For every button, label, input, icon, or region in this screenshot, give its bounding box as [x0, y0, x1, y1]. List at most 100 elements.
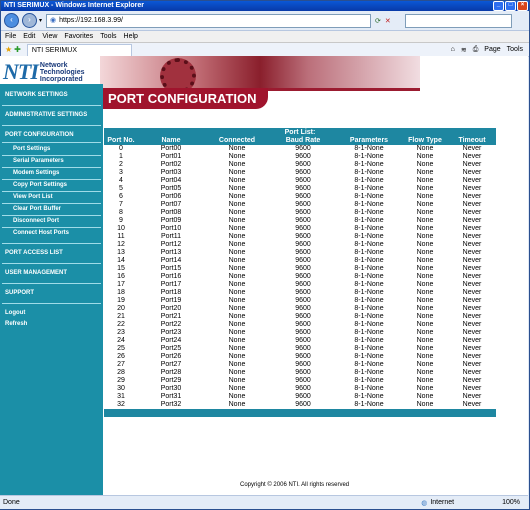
- sidebar-item-refresh[interactable]: Refresh: [0, 319, 103, 330]
- table-cell: Port31: [160, 393, 182, 400]
- forward-button[interactable]: ›: [22, 13, 37, 28]
- zoom-level[interactable]: 100%: [502, 499, 520, 506]
- sidebar-item-copy-port-settings[interactable]: Copy Port Settings: [0, 180, 103, 191]
- table-cell: None: [416, 145, 434, 152]
- table-cell: Never: [462, 281, 482, 288]
- table-cell: None: [416, 257, 434, 264]
- table-row: 24 Port24 None 9600 8-1-None None Never: [104, 337, 496, 345]
- back-button[interactable]: ‹: [4, 13, 19, 28]
- sidebar-item-port-access-list[interactable]: PORT ACCESS LIST: [0, 248, 103, 259]
- sidebar-item-administrative-settings[interactable]: ADMINISTRATIVE SETTINGS: [0, 110, 103, 121]
- sidebar-item-modem-settings[interactable]: Modem Settings: [0, 168, 103, 179]
- table-cell: 3: [119, 169, 123, 176]
- stop-icon[interactable]: ✕: [385, 17, 391, 25]
- sidebar-item-clear-port-buffer[interactable]: Clear Port Buffer: [0, 204, 103, 215]
- table-cell: Port20: [160, 305, 182, 312]
- table-cell: None: [416, 393, 434, 400]
- table-cell: Port17: [160, 281, 182, 288]
- page-content: NTI Network Technologies Incorporated NE…: [0, 56, 528, 495]
- table-cell: None: [416, 353, 434, 360]
- menu-help[interactable]: Help: [124, 33, 138, 40]
- table-cell: Never: [462, 321, 482, 328]
- table-cell: Port16: [160, 273, 182, 280]
- table-cell: 1: [119, 153, 123, 160]
- table-cell: Never: [462, 385, 482, 392]
- table-cell: Port27: [160, 361, 182, 368]
- table-cell: None: [228, 401, 246, 408]
- sidebar-item-port-settings[interactable]: Port Settings: [0, 144, 103, 155]
- address-input[interactable]: ◉ https://192.168.3.99/: [46, 13, 372, 28]
- table-cell: 29: [117, 377, 125, 384]
- table-cell: 9600: [295, 329, 311, 336]
- table-cell: 19: [117, 297, 125, 304]
- table-cell: 12: [117, 241, 125, 248]
- table-cell: Never: [462, 353, 482, 360]
- table-row: 9 Port09 None 9600 8-1-None None Never: [104, 217, 496, 225]
- table-cell: 26: [117, 353, 125, 360]
- sidebar-item-support[interactable]: SUPPORT: [0, 288, 103, 299]
- table-cell: None: [228, 185, 246, 192]
- tab-nti-serimux[interactable]: NTI SERIMUX: [26, 43, 132, 56]
- table-cell: 31: [117, 393, 125, 400]
- table-cell: 8-1-None: [354, 209, 384, 216]
- menu-edit[interactable]: Edit: [23, 33, 35, 40]
- table-cell: Port15: [160, 265, 182, 272]
- table-cell: 9600: [295, 249, 311, 256]
- menu-favorites[interactable]: Favorites: [64, 33, 93, 40]
- table-cell: None: [228, 393, 246, 400]
- table-row: 17 Port17 None 9600 8-1-None None Never: [104, 281, 496, 289]
- table-cell: 9600: [295, 241, 311, 248]
- table-cell: Port30: [160, 385, 182, 392]
- page-title: PORT CONFIGURATION: [103, 88, 268, 109]
- table-cell: Port04: [160, 177, 182, 184]
- table-cell: Port23: [160, 329, 182, 336]
- table-row: 21 Port21 None 9600 8-1-None None Never: [104, 313, 496, 321]
- menu-file[interactable]: File: [5, 33, 16, 40]
- search-input[interactable]: [404, 13, 512, 28]
- sidebar-item-network-settings[interactable]: NETWORK SETTINGS: [0, 90, 103, 101]
- table-cell: 8-1-None: [354, 345, 384, 352]
- close-icon[interactable]: ×: [517, 1, 528, 11]
- tools-menu[interactable]: Tools: [507, 46, 523, 54]
- table-cell: None: [416, 297, 434, 304]
- table-cell: 8-1-None: [354, 289, 384, 296]
- feeds-icon[interactable]: ≋: [461, 46, 467, 54]
- history-dropdown-icon[interactable]: ▾: [39, 17, 42, 24]
- table-cell: 8-1-None: [354, 273, 384, 280]
- page-menu[interactable]: Page: [484, 46, 500, 54]
- menu-view[interactable]: View: [42, 33, 57, 40]
- refresh-icon[interactable]: ⟳: [375, 17, 381, 25]
- table-cell: None: [228, 281, 246, 288]
- table-cell: None: [228, 265, 246, 272]
- table-cell: 8-1-None: [354, 321, 384, 328]
- table-cell: 8-1-None: [354, 297, 384, 304]
- home-icon[interactable]: ⌂: [451, 46, 455, 54]
- table-cell: 23: [117, 329, 125, 336]
- minimize-icon[interactable]: _: [493, 1, 504, 11]
- sidebar-item-disconnect-port[interactable]: Disconnect Port: [0, 216, 103, 227]
- table-cell: None: [228, 369, 246, 376]
- table-row: 26 Port26 None 9600 8-1-None None Never: [104, 353, 496, 361]
- security-zone: Internet: [430, 499, 455, 506]
- table-cell: None: [416, 377, 434, 384]
- menu-tools[interactable]: Tools: [100, 33, 116, 40]
- sidebar-item-port-configuration[interactable]: PORT CONFIGURATION: [0, 130, 103, 141]
- sidebar-item-serial-parameters[interactable]: Serial Parameters: [0, 156, 103, 167]
- table-cell: 11: [117, 233, 125, 240]
- table-cell: 8-1-None: [354, 233, 384, 240]
- table-cell: None: [228, 337, 246, 344]
- sidebar-item-user-management[interactable]: USER MANAGEMENT: [0, 268, 103, 279]
- table-cell: 9600: [295, 217, 311, 224]
- sidebar-item-logout[interactable]: Logout: [0, 308, 103, 319]
- table-cell: None: [416, 369, 434, 376]
- table-row: 23 Port23 None 9600 8-1-None None Never: [104, 329, 496, 337]
- sidebar-item-view-port-list[interactable]: View Port List: [0, 192, 103, 203]
- favorites-star-icon[interactable]: ★: [5, 45, 12, 54]
- col-baud-rate: Baud Rate: [270, 137, 336, 145]
- print-icon[interactable]: ⎙: [473, 46, 479, 54]
- add-favorite-icon[interactable]: ✚: [14, 45, 21, 54]
- sidebar-item-connect-host-ports[interactable]: Connect Host Ports: [0, 228, 103, 239]
- maximize-icon[interactable]: □: [505, 1, 516, 11]
- table-cell: 18: [117, 289, 125, 296]
- table-cell: Never: [462, 233, 482, 240]
